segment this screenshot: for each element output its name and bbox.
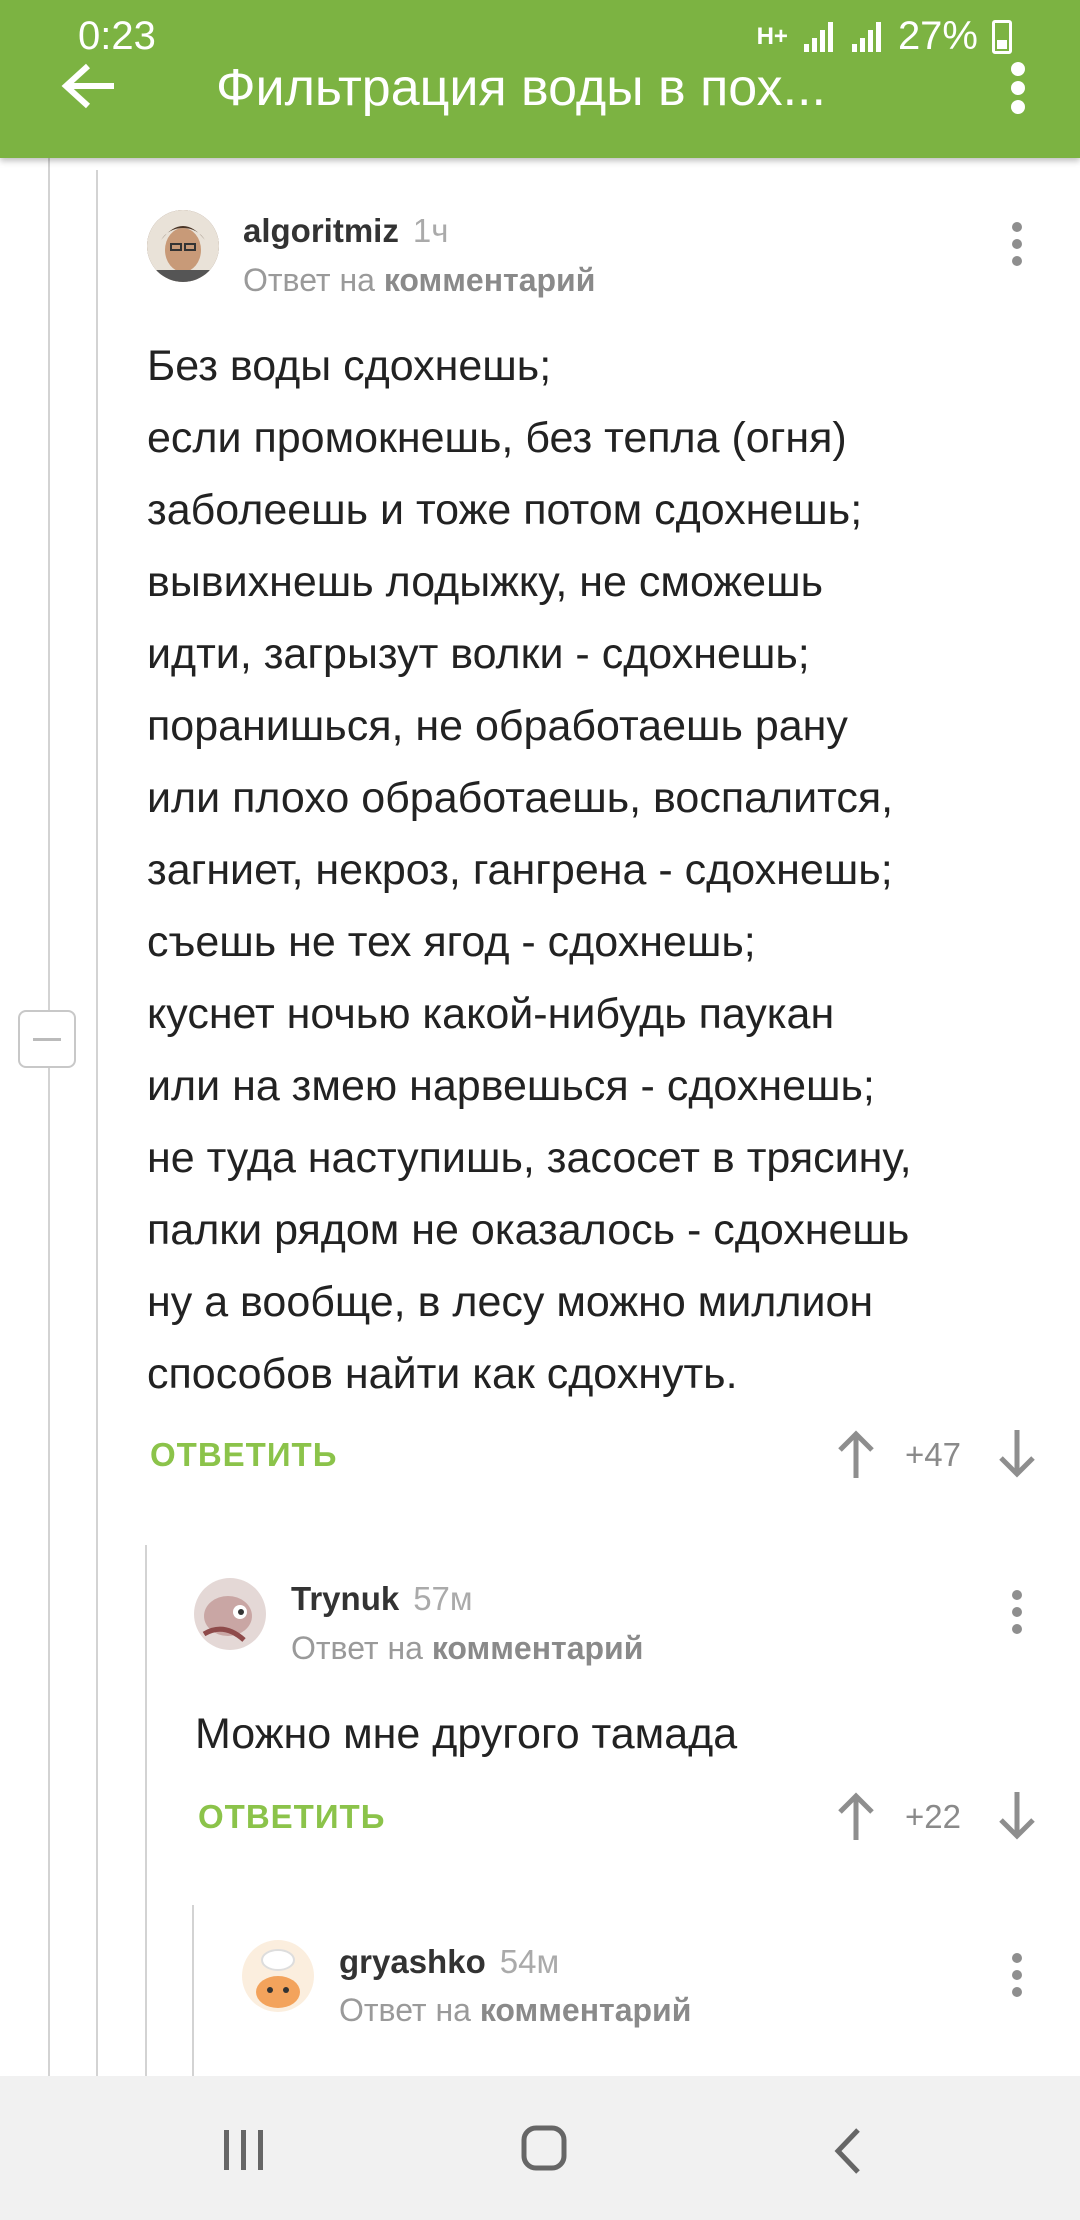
reply-to-line: Ответ на комментарий bbox=[243, 262, 596, 298]
home-icon[interactable] bbox=[520, 2124, 568, 2172]
parent-comment-link[interactable]: комментарий bbox=[384, 262, 596, 298]
back-arrow-icon[interactable] bbox=[58, 52, 118, 112]
page-title: Фильтрация воды в пох... bbox=[216, 59, 826, 117]
comment-body: Без воды сдохнешь; если промокнешь, без … bbox=[147, 342, 912, 1398]
avatar[interactable] bbox=[147, 210, 219, 282]
comment-score: +22 bbox=[905, 1798, 961, 1835]
avatar[interactable] bbox=[194, 1578, 266, 1650]
reply-button[interactable]: ОТВЕТИТЬ bbox=[198, 1798, 385, 1836]
reply-to-line: Ответ на комментарий bbox=[339, 1992, 692, 2028]
battery-percent: 27% bbox=[897, 14, 978, 58]
signal-icon-2 bbox=[851, 21, 881, 52]
upvote-arrow-icon[interactable] bbox=[834, 1428, 878, 1480]
thread-line bbox=[145, 1545, 147, 2076]
status-icons: H+ 27% bbox=[757, 14, 1012, 59]
comment-more-icon[interactable] bbox=[1007, 222, 1027, 268]
downvote-arrow-icon[interactable] bbox=[995, 1790, 1039, 1842]
comment-time: 54м bbox=[499, 1943, 560, 1980]
comment-author[interactable]: algoritmiz 1ч bbox=[243, 212, 448, 250]
back-nav-icon[interactable] bbox=[830, 2126, 864, 2176]
recent-apps-icon[interactable] bbox=[220, 2128, 268, 2172]
comment-score: +47 bbox=[905, 1436, 961, 1473]
reply-to-line: Ответ на комментарий bbox=[291, 1630, 644, 1666]
downvote-arrow-icon[interactable] bbox=[995, 1428, 1039, 1480]
network-type-icon: H+ bbox=[756, 22, 788, 50]
overflow-menu-icon[interactable] bbox=[1006, 62, 1030, 114]
comment-more-icon[interactable] bbox=[1007, 1590, 1027, 1636]
collapse-thread-button[interactable] bbox=[18, 1010, 76, 1068]
comment-author[interactable]: Trynuk 57м bbox=[291, 1580, 473, 1618]
parent-comment-link[interactable]: комментарий bbox=[432, 1630, 644, 1666]
system-nav-bar bbox=[0, 2076, 1080, 2220]
thread-line bbox=[48, 158, 50, 2076]
comment-more-icon[interactable] bbox=[1007, 1953, 1027, 1999]
thread-line bbox=[96, 170, 98, 2076]
comment-body: Можно мне другого тамада bbox=[195, 1710, 738, 1758]
comment-author[interactable]: gryashko 54м bbox=[339, 1943, 559, 1981]
battery-icon bbox=[992, 19, 1012, 54]
signal-icon bbox=[803, 21, 833, 52]
avatar[interactable] bbox=[242, 1940, 314, 2012]
parent-comment-link[interactable]: комментарий bbox=[480, 1992, 692, 2028]
thread-line bbox=[192, 1905, 194, 2076]
comment-time: 1ч bbox=[412, 212, 449, 249]
app-bar: 0:23 H+ 27% Фильтрация воды в пох... bbox=[0, 0, 1080, 158]
upvote-arrow-icon[interactable] bbox=[834, 1790, 878, 1842]
reply-button[interactable]: ОТВЕТИТЬ bbox=[150, 1436, 337, 1474]
comment-time: 57м bbox=[413, 1580, 473, 1617]
